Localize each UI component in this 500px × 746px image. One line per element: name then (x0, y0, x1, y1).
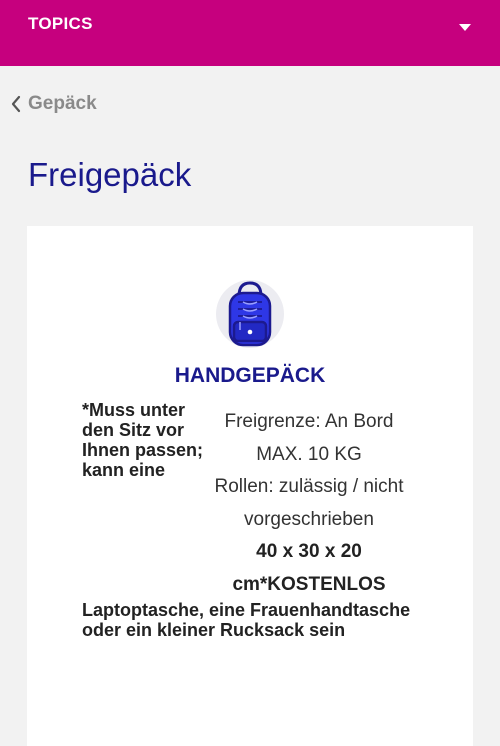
allowance-line: MAX. 10 KG (256, 443, 362, 465)
allowance-line: Rollen: zulässig / nicht (214, 476, 404, 497)
baggage-card: HANDGEPÄCK *Muss unter den Sitz vor Ihne… (27, 226, 473, 746)
topics-title: TOPICS (28, 14, 93, 33)
backpack-icon (215, 278, 285, 350)
section-heading: HANDGEPÄCK (174, 364, 326, 387)
page-title: Freigepäck (28, 156, 192, 193)
chevron-left-icon (6, 90, 26, 118)
allowance-details: Freigrenze: An Bord MAX. 10 KG Rollen: z… (199, 406, 419, 601)
allowance-line: vorgeschrieben (244, 508, 374, 530)
allowance-line: Freigrenze: An Bord (224, 411, 394, 432)
footnote-left: *Muss unter den Sitz vor Ihnen passen; k… (82, 400, 204, 480)
price-line: cm*KOSTENLOS (232, 573, 386, 595)
dimensions-line: 40 x 30 x 20 (256, 541, 362, 562)
breadcrumb[interactable]: Gepäck (6, 90, 97, 118)
caret-down-icon[interactable] (459, 24, 471, 31)
footnote-bottom: Laptoptasche, eine Frauenhandtasche oder… (82, 600, 411, 640)
top-bar[interactable]: TOPICS (0, 0, 500, 66)
breadcrumb-label[interactable]: Gepäck (28, 93, 97, 115)
